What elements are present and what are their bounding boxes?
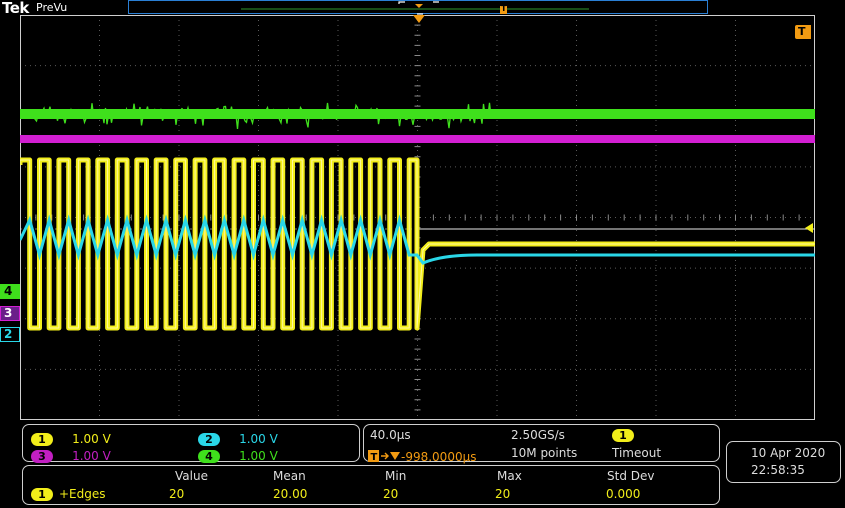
acquisition-mode: PreVu: [36, 1, 67, 14]
trigger-source-badge[interactable]: 1: [612, 429, 634, 442]
ch1-scale-value: 1.00 V: [72, 432, 111, 446]
record-length: 10M points: [511, 446, 577, 460]
trigger-level-arrow-icon: [804, 222, 814, 234]
horizontal-position[interactable]: T -998.0000µs: [367, 446, 476, 465]
ch3-scale[interactable]: 3 1.00 V: [31, 445, 111, 464]
meas-value: 20: [169, 487, 184, 501]
trigger-position-icon: T: [367, 449, 401, 463]
overview-trigger-marker: T: [501, 4, 506, 13]
ch4-badge: 4: [198, 450, 220, 463]
ch3-ground-marker[interactable]: 3: [0, 306, 20, 321]
ch3-waveform: [20, 135, 815, 143]
trigger-mode: Timeout: [612, 446, 661, 460]
meas-max: 20: [495, 487, 510, 501]
ch4-scale[interactable]: 4 1.00 V: [198, 445, 278, 464]
meas-min: 20: [383, 487, 398, 501]
svg-text:T: T: [371, 452, 378, 463]
record-overview[interactable]: T: [128, 0, 708, 14]
trigger-level-badge[interactable]: T: [795, 25, 811, 39]
waveform-graticule[interactable]: [20, 15, 815, 420]
horizontal-trigger-panel[interactable]: 40.0µs 2.50GS/s 1 T -998.0000µs 10M poin…: [363, 424, 720, 462]
time-display: 22:58:35: [751, 463, 805, 477]
meas-header-stddev: Std Dev: [607, 469, 654, 483]
meas-header-mean: Mean: [273, 469, 306, 483]
ch4-waveform: [20, 109, 815, 119]
ch3-scale-value: 1.00 V: [72, 449, 111, 463]
sample-rate: 2.50GS/s: [511, 428, 565, 442]
channel-scale-panel[interactable]: 1 1.00 V 2 1.00 V 3 1.00 V 4 1.00 V: [22, 424, 360, 462]
ch3-badge: 3: [31, 450, 53, 463]
meas-name[interactable]: +Edges: [59, 487, 106, 501]
horizontal-scale[interactable]: 40.0µs: [370, 428, 411, 442]
meas-stddev: 0.000: [606, 487, 640, 501]
meas-header-value: Value: [175, 469, 208, 483]
horizontal-position-value: -998.0000µs: [401, 450, 476, 464]
meas-header-max: Max: [497, 469, 522, 483]
ch2-ground-marker[interactable]: 2: [0, 327, 20, 342]
ch4-scale-value: 1.00 V: [239, 449, 278, 463]
ch4-ground-marker[interactable]: 4: [0, 284, 20, 299]
measurement-panel[interactable]: Value Mean Min Max Std Dev 1 +Edges 20 2…: [22, 465, 720, 505]
datetime-panel: 10 Apr 2020 22:58:35: [726, 441, 841, 483]
meas-header-min: Min: [385, 469, 406, 483]
trigger-level-label: T: [798, 25, 806, 38]
meas-source-badge[interactable]: 1: [31, 488, 53, 501]
record-overview-graphic: [129, 1, 709, 15]
date-display: 10 Apr 2020: [751, 446, 825, 460]
trigger-position-marker[interactable]: [412, 14, 426, 24]
ch2-scale-value: 1.00 V: [239, 432, 278, 446]
meas-mean: 20.00: [273, 487, 307, 501]
